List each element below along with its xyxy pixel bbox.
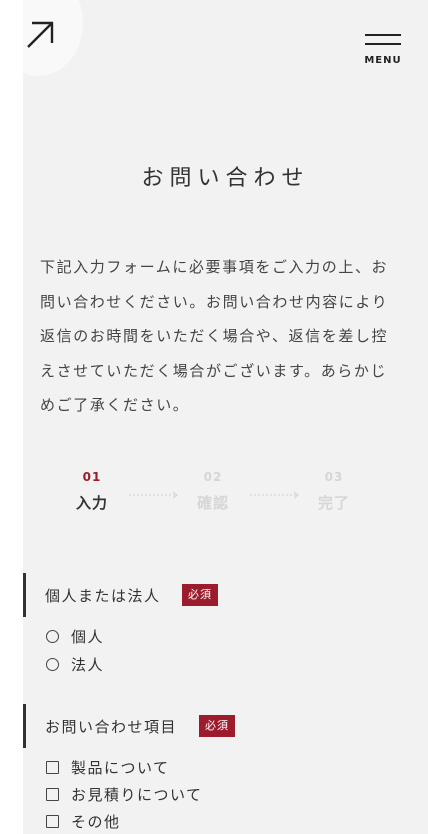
- checkbox[interactable]: [46, 761, 59, 774]
- required-badge: 必須: [182, 584, 218, 606]
- step-confirm: 02 確認: [183, 470, 243, 513]
- intro-text: 下記入力フォームに必要事項をご入力の上、お問い合わせください。お問い合わせ内容に…: [40, 258, 389, 414]
- menu-button[interactable]: MENU: [363, 32, 403, 68]
- form-group-inquiry: お問い合わせ項目 必須 製品について お見積りについて その他: [23, 704, 428, 834]
- step-label: 入力: [75, 494, 108, 512]
- group-label: 個人または法人: [45, 587, 161, 605]
- required-badge: 必須: [199, 715, 235, 737]
- checkbox[interactable]: [46, 815, 59, 828]
- option-label: 個人: [71, 628, 105, 646]
- step-indicator: 01 入力 02 確認 03 完了: [23, 470, 428, 530]
- menu-label: MENU: [364, 55, 402, 66]
- form-group-type: 個人または法人 必須 個人 法人: [23, 573, 428, 683]
- page-title: お問い合わせ: [141, 166, 310, 191]
- checkbox[interactable]: [46, 788, 59, 801]
- step-number: 01: [82, 470, 102, 484]
- step-arrow-icon: [250, 491, 299, 499]
- radio-button[interactable]: [46, 658, 59, 671]
- arrow-up-right-icon[interactable]: [25, 20, 55, 50]
- step-arrow-icon: [129, 491, 178, 499]
- step-complete: 03 完了: [304, 470, 364, 513]
- group-accent-bar: [23, 573, 26, 617]
- step-label: 完了: [317, 494, 350, 512]
- option-label: その他: [71, 813, 121, 831]
- radio-button[interactable]: [46, 630, 59, 643]
- option-label: お見積りについて: [71, 786, 203, 804]
- group-accent-bar: [23, 704, 26, 748]
- step-input: 01 入力: [62, 470, 122, 513]
- step-label: 確認: [196, 494, 229, 512]
- step-number: 02: [203, 470, 223, 484]
- hamburger-bar: [365, 43, 401, 45]
- page: MENU お問い合わせ 下記入力フォームに必要事項をご入力の上、お問い合わせくだ…: [23, 0, 428, 834]
- option-label: 製品について: [71, 759, 170, 777]
- step-number: 03: [324, 470, 344, 484]
- group-label: お問い合わせ項目: [45, 718, 178, 736]
- option-label: 法人: [71, 656, 105, 674]
- hamburger-bar: [365, 34, 401, 36]
